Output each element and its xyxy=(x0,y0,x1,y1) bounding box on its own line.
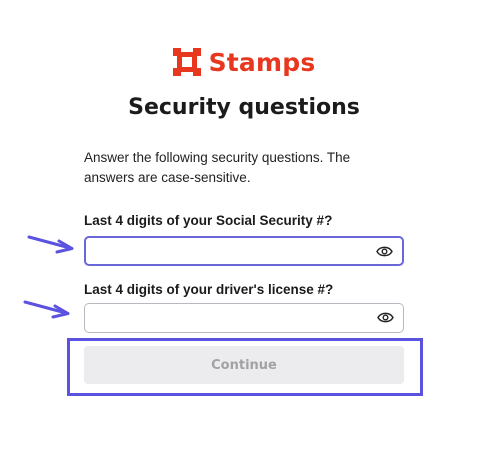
ssn-answer-field[interactable] xyxy=(84,236,404,266)
stamps-logo: Stamps xyxy=(0,44,488,80)
ssn-question-label: Last 4 digits of your Social Security #? xyxy=(84,213,333,228)
brand-name: Stamps xyxy=(208,47,316,77)
continue-button[interactable]: Continue xyxy=(84,346,404,384)
eye-icon[interactable] xyxy=(376,245,393,258)
instructions-text: Answer the following security questions.… xyxy=(84,150,351,185)
license-answer-field[interactable] xyxy=(84,303,404,333)
annotation-arrow-1 xyxy=(27,235,74,254)
annotation-arrow-2 xyxy=(23,300,70,319)
page-title: Security questions xyxy=(128,95,360,120)
license-answer-input[interactable] xyxy=(93,308,363,328)
eye-icon[interactable] xyxy=(377,311,394,324)
stamp-frame-icon xyxy=(172,48,201,76)
license-question-label: Last 4 digits of your driver's license #… xyxy=(84,282,334,297)
ssn-answer-input[interactable] xyxy=(94,242,364,262)
